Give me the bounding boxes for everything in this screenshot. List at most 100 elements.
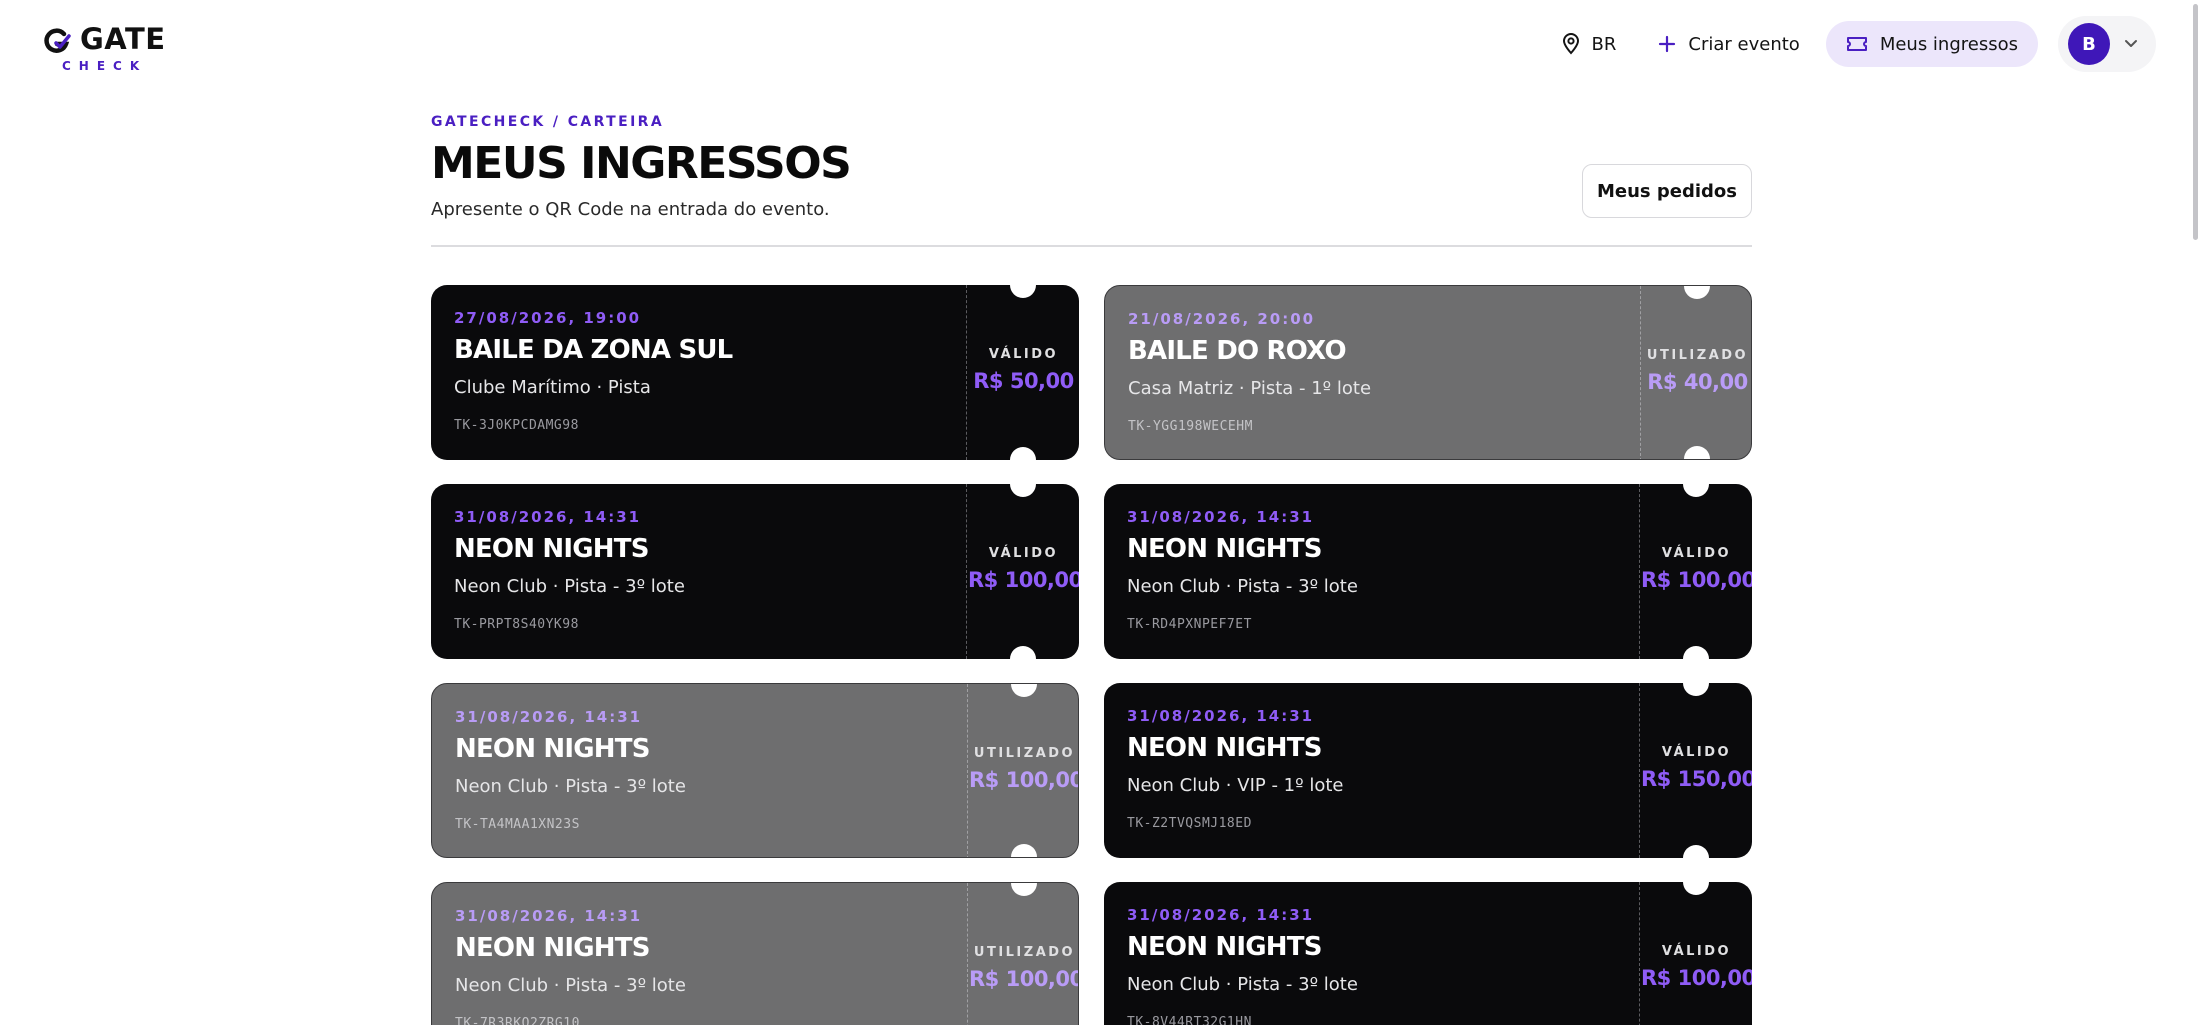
locale-label: BR [1591, 33, 1617, 55]
ticket-notch [1683, 683, 1709, 696]
ticket-code: TK-Z2TVQSMJ18ED [1127, 816, 1252, 831]
ticket-perforation [1639, 683, 1640, 858]
ticket-event-name: BAILE DA ZONA SUL [454, 335, 733, 365]
ticket-venue: Neon Club · Pista - 3º lote [454, 576, 685, 597]
ticket-price: R$ 100,00 [968, 568, 1079, 592]
ticket-icon [1846, 37, 1867, 51]
ticket-price: R$ 150,00 [1641, 767, 1752, 791]
ticket-status: VÁLIDO [1661, 745, 1732, 760]
ticket-notch [1684, 286, 1710, 299]
page-title: MEUS INGRESSOS [431, 138, 852, 189]
ticket-date: 31/08/2026, 14:31 [455, 708, 643, 726]
my-orders-button[interactable]: Meus pedidos [1582, 164, 1752, 218]
ticket-venue: Neon Club · VIP - 1º lote [1127, 775, 1344, 796]
tickets-grid: 27/08/2026, 19:00 BAILE DA ZONA SUL Club… [431, 285, 1752, 1025]
ticket-card[interactable]: 31/08/2026, 14:31 NEON NIGHTS Neon Club … [1104, 882, 1752, 1025]
ticket-perforation [967, 883, 968, 1025]
ticket-perforation [1639, 882, 1640, 1025]
header-divider [431, 245, 1752, 247]
user-menu[interactable]: B [2058, 16, 2156, 72]
ticket-notch [1011, 844, 1037, 857]
ticket-notch [1010, 285, 1036, 298]
gatecheck-logo-icon [44, 28, 71, 53]
ticket-event-name: NEON NIGHTS [455, 734, 650, 764]
ticket-event-name: BAILE DO ROXO [1128, 336, 1347, 366]
ticket-code: TK-TA4MAA1XN23S [455, 817, 580, 832]
ticket-card[interactable]: 31/08/2026, 14:31 NEON NIGHTS Neon Club … [431, 882, 1079, 1025]
ticket-perforation [1640, 286, 1641, 459]
ticket-status: UTILIZADO [973, 945, 1076, 960]
ticket-status: VÁLIDO [988, 546, 1059, 561]
map-pin-icon [1562, 33, 1579, 55]
ticket-date: 21/08/2026, 20:00 [1128, 310, 1316, 328]
chevron-down-icon [2125, 40, 2137, 47]
ticket-code: TK-PRPT8S40YK98 [454, 617, 579, 632]
ticket-code: TK-8V44RT32G1HN [1127, 1015, 1252, 1025]
ticket-perforation [966, 285, 967, 460]
ticket-notch [1010, 646, 1036, 659]
ticket-date: 31/08/2026, 14:31 [1127, 508, 1315, 526]
ticket-venue: Clube Marítimo · Pista [454, 377, 651, 398]
ticket-perforation [1639, 484, 1640, 659]
ticket-venue: Neon Club · Pista - 3º lote [455, 975, 686, 996]
ticket-price: R$ 100,00 [969, 768, 1079, 792]
ticket-venue: Neon Club · Pista - 3º lote [455, 776, 686, 797]
ticket-card[interactable]: 31/08/2026, 14:31 NEON NIGHTS Neon Club … [1104, 683, 1752, 858]
ticket-notch [1010, 484, 1036, 497]
ticket-date: 27/08/2026, 19:00 [454, 309, 642, 327]
top-navigation-bar: GATE CHECK BR Criar evento Meus ingresso… [0, 0, 2200, 90]
ticket-notch [1683, 882, 1709, 895]
ticket-code: TK-7R3RKO2ZRG10 [455, 1016, 580, 1025]
ticket-status: UTILIZADO [1646, 348, 1749, 363]
main-nav: BR Criar evento Meus ingressos B [1536, 16, 2156, 72]
ticket-notch [1683, 646, 1709, 659]
ticket-date: 31/08/2026, 14:31 [454, 508, 642, 526]
ticket-price: R$ 100,00 [1641, 966, 1752, 990]
ticket-code: TK-RD4PXNPEF7ET [1127, 617, 1252, 632]
ticket-status: UTILIZADO [973, 746, 1076, 761]
avatar: B [2068, 23, 2110, 65]
ticket-event-name: NEON NIGHTS [455, 933, 650, 963]
ticket-card[interactable]: 27/08/2026, 19:00 BAILE DA ZONA SUL Club… [431, 285, 1079, 460]
ticket-event-name: NEON NIGHTS [1127, 932, 1322, 962]
ticket-notch [1684, 446, 1710, 459]
ticket-price: R$ 50,00 [973, 369, 1074, 393]
ticket-status: VÁLIDO [1661, 944, 1732, 959]
ticket-venue: Neon Club · Pista - 3º lote [1127, 576, 1358, 597]
ticket-code: TK-3J0KPCDAMG98 [454, 418, 579, 433]
ticket-code: TK-YGG198WECEHM [1128, 419, 1253, 434]
ticket-price: R$ 40,00 [1647, 370, 1748, 394]
page-scrollbar[interactable] [2190, 0, 2200, 1025]
ticket-event-name: NEON NIGHTS [1127, 534, 1322, 564]
ticket-card[interactable]: 31/08/2026, 14:31 NEON NIGHTS Neon Club … [431, 683, 1079, 858]
ticket-event-name: NEON NIGHTS [454, 534, 649, 564]
ticket-venue: Neon Club · Pista - 3º lote [1127, 974, 1358, 995]
ticket-card[interactable]: 21/08/2026, 20:00 BAILE DO ROXO Casa Mat… [1104, 285, 1752, 460]
ticket-perforation [967, 684, 968, 857]
ticket-date: 31/08/2026, 14:31 [1127, 707, 1315, 725]
create-event-link[interactable]: Criar evento [1642, 21, 1815, 67]
my-tickets-label: Meus ingressos [1879, 33, 2018, 55]
ticket-status: VÁLIDO [988, 347, 1059, 362]
breadcrumb: GATECHECK / CARTEIRA [431, 114, 665, 130]
ticket-card[interactable]: 31/08/2026, 14:31 NEON NIGHTS Neon Club … [431, 484, 1079, 659]
ticket-notch [1683, 484, 1709, 497]
create-event-label: Criar evento [1688, 33, 1800, 55]
plus-icon [1659, 35, 1676, 53]
ticket-notch [1011, 883, 1037, 896]
ticket-notch [1683, 845, 1709, 858]
ticket-date: 31/08/2026, 14:31 [455, 907, 643, 925]
my-tickets-link[interactable]: Meus ingressos [1825, 21, 2038, 67]
locale-selector[interactable]: BR [1546, 21, 1633, 67]
ticket-price: R$ 100,00 [969, 967, 1079, 991]
gatecheck-logo[interactable]: GATE CHECK [42, 22, 172, 74]
page-subtitle: Apresente o QR Code na entrada do evento… [431, 199, 830, 220]
ticket-notch [1011, 684, 1037, 697]
ticket-perforation [966, 484, 967, 659]
page-header: GATECHECK / CARTEIRA MEUS INGRESSOS Apre… [431, 112, 1752, 247]
ticket-notch [1010, 447, 1036, 460]
logo-wordmark-top: GATE [80, 22, 166, 56]
scrollbar-thumb[interactable] [2193, 4, 2198, 240]
ticket-card[interactable]: 31/08/2026, 14:31 NEON NIGHTS Neon Club … [1104, 484, 1752, 659]
ticket-date: 31/08/2026, 14:31 [1127, 906, 1315, 924]
